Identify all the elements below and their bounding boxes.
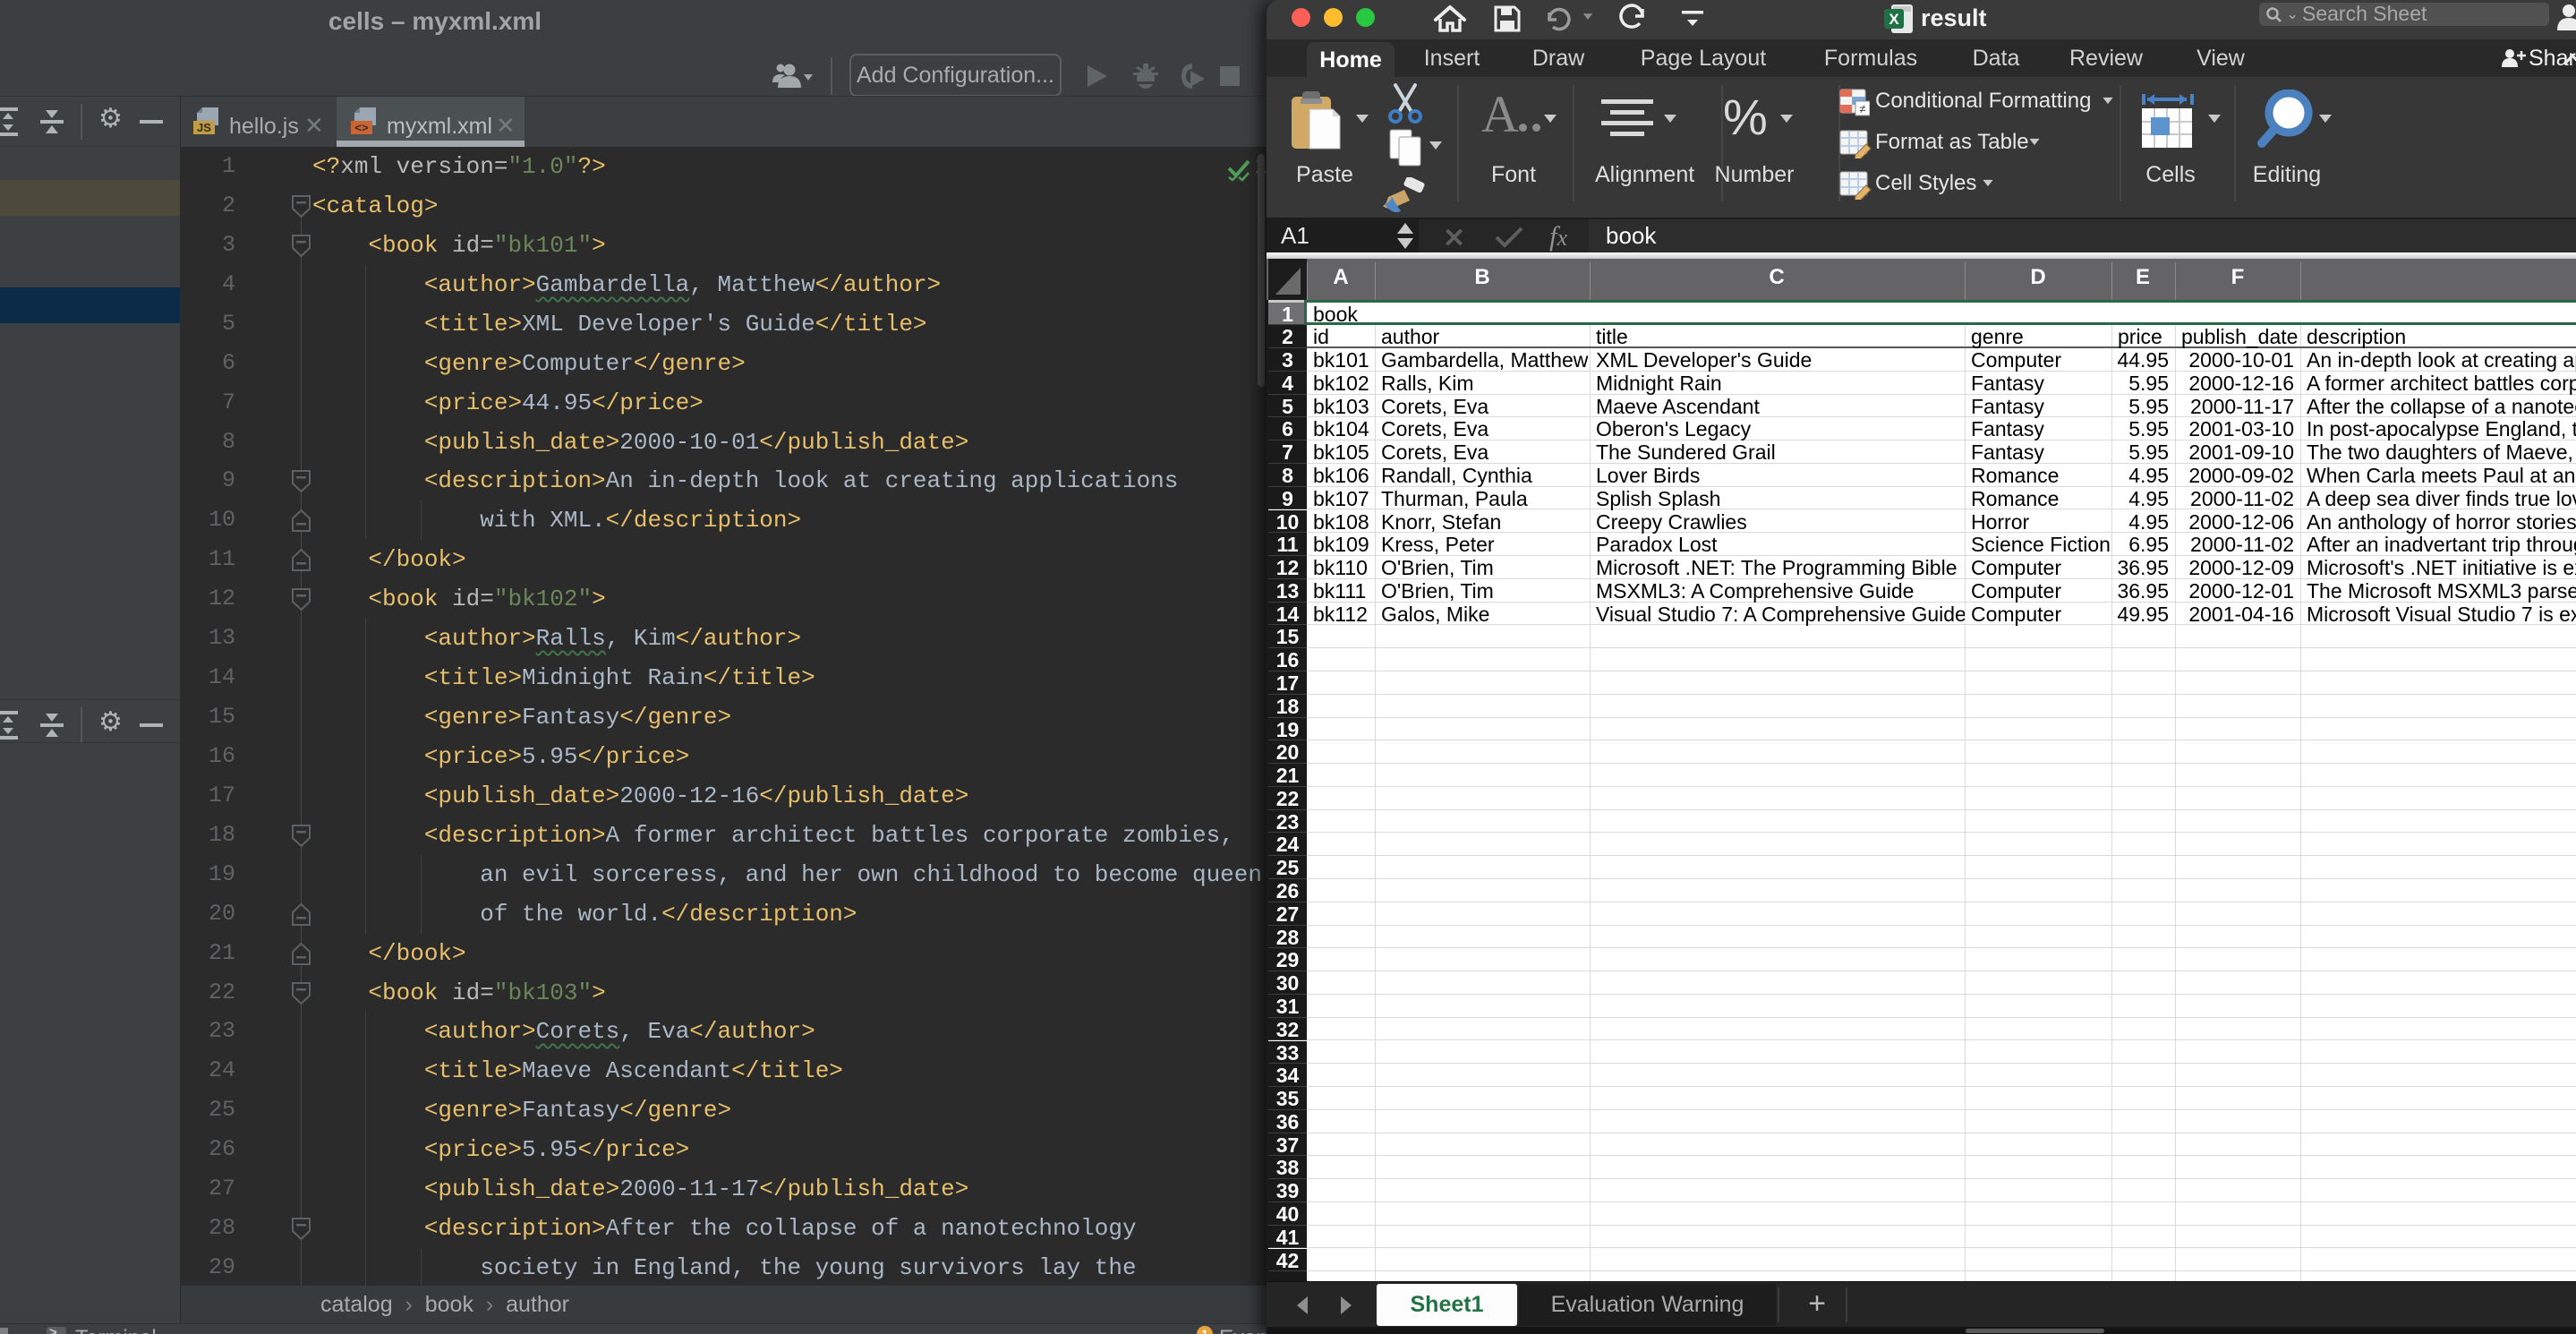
svg-text:JS: JS xyxy=(197,121,211,134)
svg-text:X: X xyxy=(1889,11,1899,28)
svg-text:≠: ≠ xyxy=(1859,102,1865,115)
svg-text:<>: <> xyxy=(354,121,369,134)
